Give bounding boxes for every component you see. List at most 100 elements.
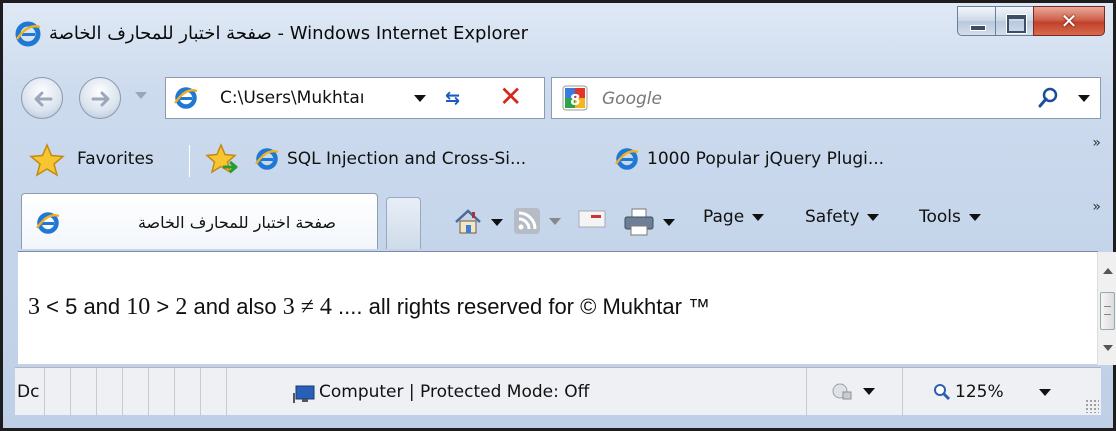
- status-cell: Dc: [15, 368, 45, 416]
- back-arrow-icon: [34, 91, 53, 107]
- zoom-level: 125%: [955, 382, 1004, 402]
- page-text: 3 < 5 and 10 > 2 and also 3 ≠ 4 .... all…: [28, 294, 710, 321]
- page-text-number: 4: [319, 294, 332, 320]
- tab-row: صفحة اختبار للمحارف الخاصة Page Safety T…: [3, 193, 1113, 249]
- chevron-down-icon: [1039, 389, 1051, 396]
- ie-logo-icon: [15, 21, 41, 47]
- vertical-scrollbar[interactable]: [1097, 252, 1116, 365]
- forward-arrow-icon: [91, 91, 110, 107]
- status-cell: [97, 368, 123, 416]
- page-menu[interactable]: Page: [703, 207, 765, 227]
- google-logo-icon: 8: [562, 85, 588, 111]
- ie-page-icon: [36, 212, 60, 234]
- title-bar: صفحة اختبار للمحارف الخاصة - Windows Int…: [3, 3, 1113, 61]
- status-cell: [71, 368, 97, 416]
- favorites-link[interactable]: 1000 Popular jQuery Plugi...: [615, 147, 884, 171]
- resize-grip[interactable]: [1085, 399, 1099, 413]
- minimize-button[interactable]: [957, 6, 995, 36]
- status-cell: [123, 368, 149, 416]
- home-button[interactable]: [453, 207, 503, 237]
- scroll-thumb[interactable]: [1100, 292, 1115, 330]
- page-text-number: 3: [282, 294, 295, 320]
- page-text-span: .... all rights reserved for © Mukhtar ™: [331, 294, 711, 319]
- address-dropdown-icon[interactable]: [414, 95, 426, 102]
- command-bar-overflow-chevron-icon[interactable]: »: [1092, 199, 1101, 215]
- feeds-button[interactable]: [513, 207, 561, 235]
- close-button[interactable]: ✕: [1033, 6, 1105, 36]
- page-text-number: 2: [175, 294, 188, 320]
- feeds-dropdown-icon[interactable]: [549, 217, 561, 225]
- chevron-down-icon: [752, 213, 765, 221]
- globe-lock-icon: [832, 383, 852, 400]
- page-text-number: 10: [126, 294, 151, 320]
- address-bar[interactable]: C:\Users\Mukhtaı ⇆ ✕: [165, 77, 545, 119]
- favorites-link-label: 1000 Popular jQuery Plugi...: [647, 149, 885, 169]
- ie-page-icon: [615, 148, 639, 170]
- status-cell: [201, 368, 227, 416]
- favorites-bar: Favorites SQL Injection and Cross-Si... …: [3, 131, 1113, 189]
- forward-button[interactable]: [79, 77, 121, 119]
- search-box[interactable]: 8 Google: [551, 77, 1101, 119]
- page-text-span: <: [40, 294, 66, 319]
- ie-page-icon: [255, 148, 279, 170]
- search-input[interactable]: Google: [602, 89, 662, 109]
- page-text-number: 3: [28, 294, 40, 320]
- recent-pages-dropdown[interactable]: [135, 92, 147, 99]
- safety-menu-label: Safety: [805, 207, 860, 227]
- scroll-up-arrow-icon[interactable]: [1103, 268, 1113, 274]
- status-bar: Dc Computer | Protected Mode: Off 125%: [15, 367, 1101, 416]
- chevron-down-icon: [863, 388, 875, 395]
- favorites-link[interactable]: SQL Injection and Cross-Si...: [255, 147, 526, 171]
- status-cell: [149, 368, 175, 416]
- status-text: Dc: [17, 382, 40, 402]
- caption-buttons: ✕: [957, 6, 1105, 36]
- svg-text:8: 8: [570, 91, 580, 109]
- security-zone-label: Computer | Protected Mode: Off: [319, 382, 590, 402]
- status-cell: [45, 368, 71, 416]
- stop-icon[interactable]: ✕: [499, 81, 522, 113]
- print-dropdown-icon[interactable]: [663, 218, 675, 226]
- page-text-span: 5: [65, 294, 78, 319]
- chevron-down-icon: [867, 213, 880, 221]
- tab-label: صفحة اختبار للمحارف الخاصة: [137, 213, 336, 232]
- favorites-overflow-chevron-icon[interactable]: »: [1092, 135, 1101, 151]
- page-text-span: >: [150, 294, 176, 319]
- favorites-button-label[interactable]: Favorites: [77, 149, 154, 169]
- tab-active-page[interactable]: صفحة اختبار للمحارف الخاصة: [21, 193, 378, 249]
- mail-icon: [578, 210, 606, 228]
- page-text-symbol: ≠: [294, 294, 320, 320]
- computer-zone-icon: [293, 385, 315, 403]
- security-zone[interactable]: Computer | Protected Mode: Off: [227, 368, 807, 416]
- address-row: C:\Users\Mukhtaı ⇆ ✕ 8 Google: [3, 63, 1113, 125]
- separator: [189, 145, 190, 177]
- rss-feed-icon: [514, 208, 540, 234]
- ie-page-icon: [174, 87, 198, 109]
- read-mail-button[interactable]: [577, 207, 607, 231]
- search-icon[interactable]: [1038, 86, 1060, 110]
- window-title: صفحة اختبار للمحارف الخاصة - Windows Int…: [49, 23, 528, 44]
- popup-blocker-status[interactable]: [807, 368, 903, 416]
- scroll-down-arrow-icon[interactable]: [1103, 345, 1113, 351]
- favorites-link-label: SQL Injection and Cross-Si...: [287, 149, 527, 169]
- refresh-icon[interactable]: ⇆: [445, 88, 460, 109]
- new-tab-button[interactable]: [386, 197, 421, 249]
- browser-window: صفحة اختبار للمحارف الخاصة - Windows Int…: [0, 0, 1116, 431]
- maximize-button[interactable]: [995, 6, 1033, 36]
- status-cell: [175, 368, 201, 416]
- back-button[interactable]: [21, 77, 63, 119]
- page-text-span: and also: [187, 294, 283, 319]
- search-providers-dropdown[interactable]: [1078, 95, 1090, 102]
- zoom-control[interactable]: 125%: [903, 368, 1063, 416]
- chevron-down-icon: [968, 213, 981, 221]
- address-input[interactable]: C:\Users\Mukhtaı: [220, 88, 365, 108]
- printer-icon: [624, 208, 654, 236]
- page-content: 3 < 5 and 10 > 2 and also 3 ≠ 4 .... all…: [18, 251, 1116, 365]
- tools-menu[interactable]: Tools: [919, 207, 981, 227]
- zoom-magnifier-icon: [934, 384, 951, 401]
- close-icon: ✕: [1060, 9, 1078, 33]
- print-button[interactable]: [623, 207, 675, 237]
- add-to-favorites-bar-icon[interactable]: [205, 143, 241, 177]
- favorites-star-icon[interactable]: [29, 143, 65, 177]
- safety-menu[interactable]: Safety: [805, 207, 880, 227]
- home-dropdown-icon[interactable]: [491, 218, 503, 226]
